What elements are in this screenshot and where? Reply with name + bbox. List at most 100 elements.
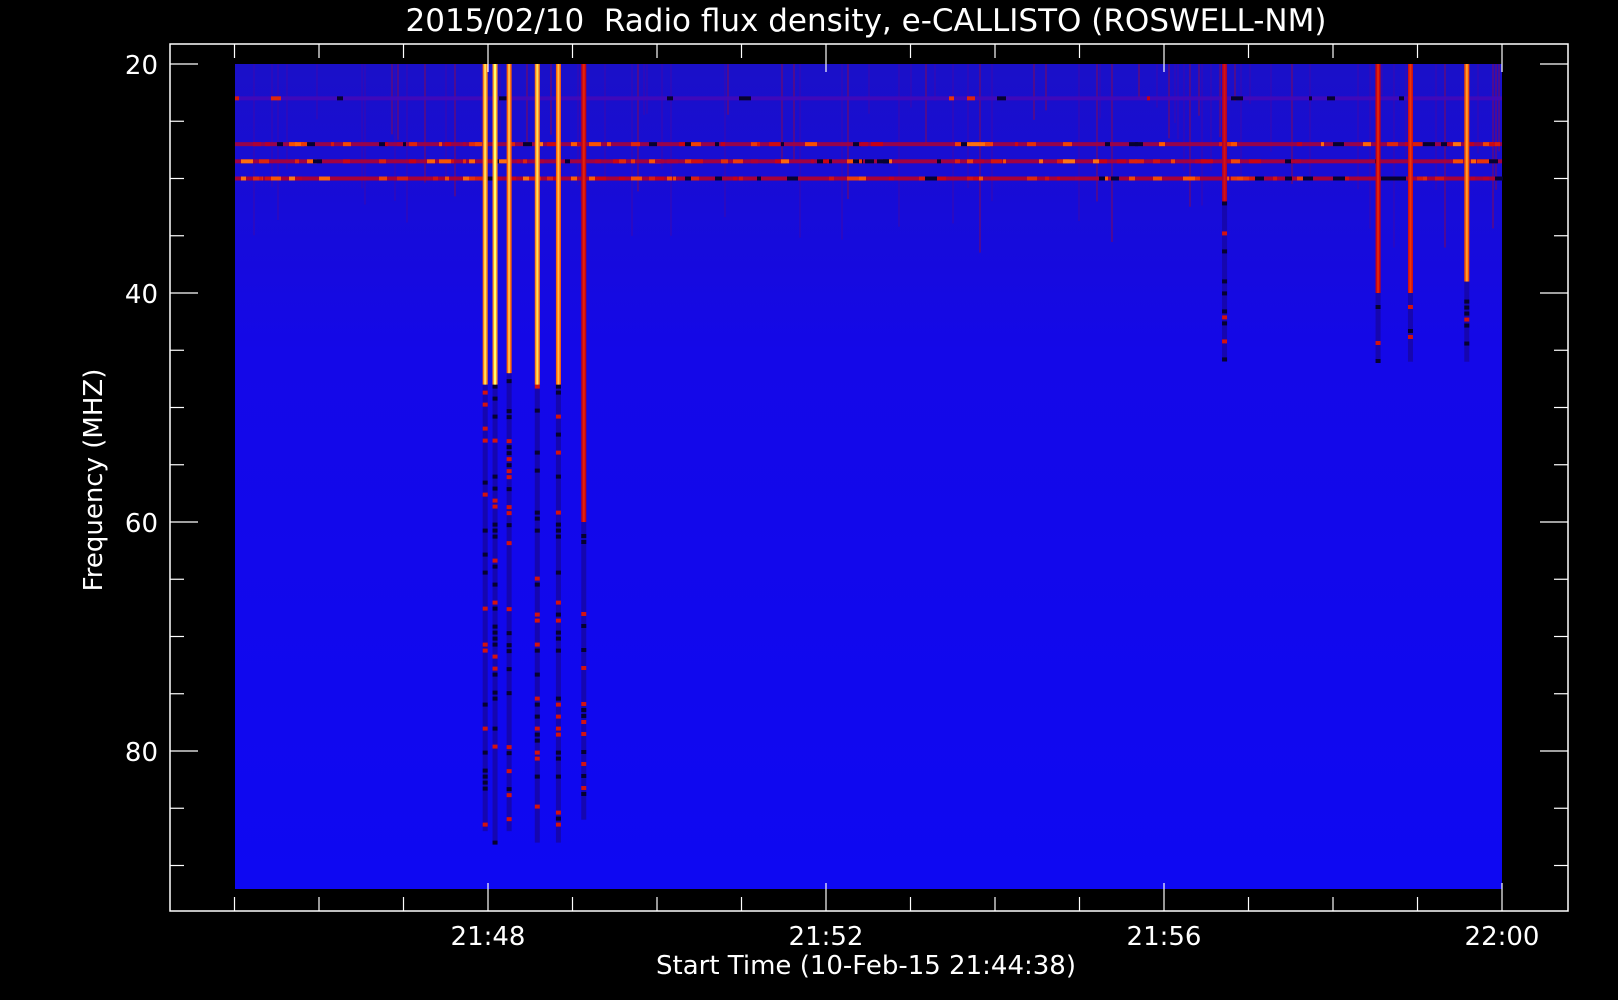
x-axis-label: Start Time (10-Feb-15 21:44:38) [656,951,1076,981]
noise-streak [799,64,801,238]
interference-band-segment [679,142,685,147]
burst-fleck [506,445,512,450]
y-axis-label: Frequency (MHZ) [79,369,109,592]
interference-band-segment [1003,159,1006,164]
burst-fleck [482,426,488,431]
interference-band-segment [859,159,862,164]
burst-fleck [492,582,498,587]
interference-band-segment [811,159,814,164]
interference-band-segment [1063,142,1072,147]
interference-band-segment [409,142,417,147]
burst-core [1409,64,1412,293]
noise-streak [724,64,726,218]
interference-band-segment [337,96,343,101]
burst-fleck [534,804,540,809]
burst-fleck [506,475,512,480]
burst-fleck [492,654,498,659]
burst-core [582,64,585,522]
interference-band-segment [937,176,946,181]
spectrogram-image [235,64,1503,889]
interference-band-segment [1159,142,1165,147]
interference-band-segment [511,176,516,181]
interference-band-segment [955,159,960,164]
interference-band-segment [1399,176,1406,181]
interference-band-segment [655,159,664,164]
interference-band-segment [631,142,640,147]
chart-area: 2015/02/10 Radio flux density, e-CALLIST… [0,0,1618,1000]
interference-band-segment [1327,96,1335,101]
burst-fleck [555,618,561,623]
interference-band-segment [577,142,581,147]
interference-band-segment [1111,176,1119,181]
interference-band-segment [277,142,283,147]
noise-streak [991,64,993,202]
noise-streak [577,64,579,186]
noise-streak [643,64,645,115]
interference-band-segment [685,159,692,164]
burst-fleck [506,787,512,792]
interference-band-segment [571,176,578,181]
burst-fleck [482,492,488,497]
burst-fleck [581,750,587,754]
y-tick-label: 20 [125,51,158,81]
burst-fleck [581,786,587,790]
interference-band-segment [1303,176,1313,181]
burst-fleck [555,750,561,755]
x-tick-label: 22:00 [1465,922,1540,952]
interference-band-segment [631,159,635,164]
noise-streak [646,64,648,114]
burst-fleck [555,636,561,641]
burst-fleck [534,510,540,515]
burst-fleck [506,751,512,756]
interference-band-segment [1045,176,1049,181]
spectrogram-background [235,64,1502,889]
interference-band-segment [319,176,330,181]
interference-band-segment [343,142,351,147]
interference-band-segment [1135,142,1143,147]
burst-fleck [492,672,498,677]
noise-streak [1198,64,1200,116]
interference-band-segment [595,176,606,181]
interference-band-segment [1471,176,1475,181]
interference-band-segment [1447,142,1453,147]
burst-fleck [534,468,540,473]
burst-fleck [492,498,498,503]
interference-band-segment [1015,142,1018,147]
burst-fleck [482,780,488,785]
interference-band-segment [379,159,386,164]
burst-fleck [1407,335,1413,339]
interference-band-segment [1495,176,1503,181]
noise-streak [1033,64,1035,120]
burst-fleck [482,570,488,575]
burst-fleck [506,667,512,672]
burst-fleck [506,817,512,822]
interference-band-segment [883,159,890,164]
interference-band-segment [1231,159,1240,164]
burst-fleck [492,744,498,749]
noise-streak [934,64,936,101]
burst-fleck [534,672,540,677]
interference-band-segment [1309,96,1312,101]
burst-fleck [534,756,540,761]
interference-band-segment [271,176,281,181]
burst-fleck [1375,305,1381,309]
burst-fleck [492,840,498,845]
interference-band-segment [667,159,678,164]
interference-band-segment [445,176,449,181]
spectrogram-chart: 2015/02/10 Radio flux density, e-CALLIST… [0,0,1618,1000]
interference-band-segment [295,176,302,181]
burst-fleck [534,714,540,719]
interference-band-segment [451,159,454,164]
burst-fleck [555,612,561,617]
interference-band-segment [1153,176,1162,181]
interference-band-segment [1183,176,1195,181]
noise-streak [1099,64,1101,119]
burst-fleck [581,714,587,718]
interference-band-segment [673,176,676,181]
burst-fleck [1222,291,1228,296]
interference-band-segment [967,142,979,147]
interference-band-segment [919,176,926,181]
noise-streak [1492,64,1494,229]
burst-fleck [555,510,561,515]
burst-core [1223,64,1226,202]
